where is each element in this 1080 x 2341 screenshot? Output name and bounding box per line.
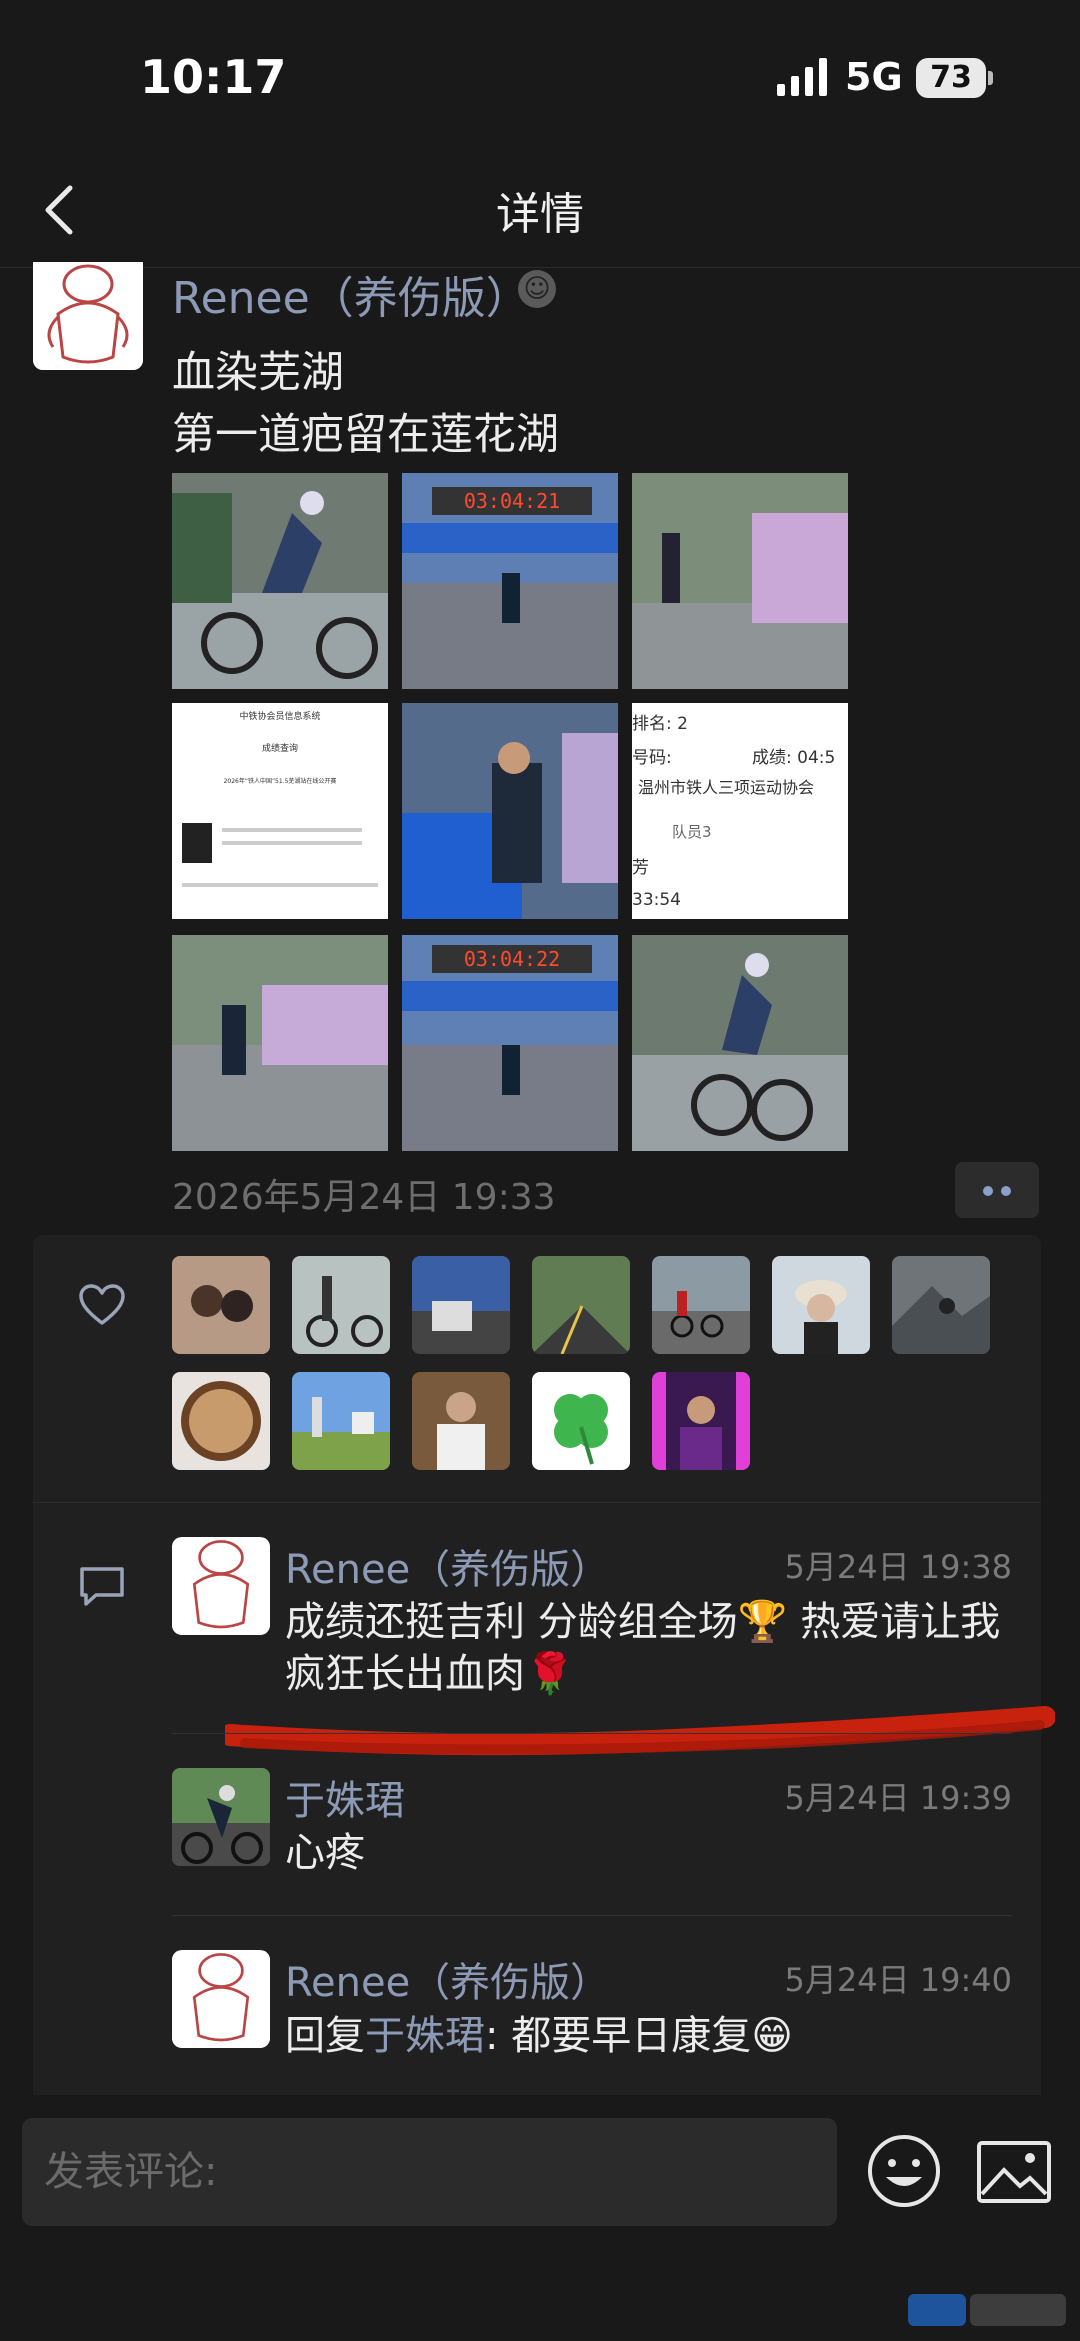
liker-avatar[interactable] <box>532 1372 630 1470</box>
status-time: 10:17 <box>140 50 287 104</box>
post-photo[interactable] <box>402 703 618 919</box>
comment-divider <box>172 1733 1012 1734</box>
post-text-line: 血染芜湖 <box>172 348 344 398</box>
battery-tip <box>988 71 993 85</box>
kitty-muscle-avatar <box>33 262 143 370</box>
status-emoji-icon: ☺ <box>518 270 556 308</box>
battery-level: 73 <box>930 60 972 95</box>
comment-time: 5月24日 19:39 <box>784 1779 1012 1817</box>
battery-icon: 73 <box>916 58 986 98</box>
reply-target-name[interactable]: 于姝珺 <box>365 2013 485 2059</box>
result-line: 队员3 <box>672 823 712 841</box>
comment-input[interactable] <box>22 2118 837 2226</box>
comment-text: 成绩还挺吉利 分龄组全场🏆 热爱请让我疯狂长出血肉🌹 <box>285 1599 1001 1697</box>
liker-avatar[interactable] <box>292 1372 390 1470</box>
liker-avatar[interactable] <box>652 1256 750 1354</box>
emoji-icon[interactable] <box>866 2133 942 2209</box>
kitty-muscle-avatar <box>172 1950 270 2048</box>
commenter-name[interactable]: Renee（养伤版） <box>285 1537 610 1595</box>
post-photo[interactable] <box>632 935 848 1151</box>
dot <box>1001 1186 1011 1196</box>
post-photo[interactable] <box>632 473 848 689</box>
post-photo[interactable]: 中铁协会员信息系统 成绩查询 2026年“铁人中国”51.5芜湖站在线公开赛 <box>172 703 388 919</box>
comment-icon <box>80 1567 124 1606</box>
doc-event: 2026年“铁人中国”51.5芜湖站在线公开赛 <box>224 777 337 785</box>
post-text-line: 第一道疤留在莲花湖 <box>172 410 559 460</box>
comment-text: 心疼 <box>285 1830 365 1876</box>
signal-icon <box>777 58 827 96</box>
post-photo[interactable] <box>172 935 388 1151</box>
dot <box>983 1186 993 1196</box>
reply-body: : 都要早日康复😁 <box>485 2013 793 2059</box>
liker-avatar[interactable] <box>292 1256 390 1354</box>
liker-avatar[interactable] <box>412 1256 510 1354</box>
commenter-avatar[interactable] <box>172 1950 270 2048</box>
liker-avatar[interactable] <box>652 1372 750 1470</box>
comment-time: 5月24日 19:40 <box>784 1961 1012 1999</box>
post-timestamp: 2026年5月24日 19:33 <box>172 1177 556 1218</box>
nav-divider <box>0 267 1080 268</box>
commenter-avatar[interactable] <box>172 1768 270 1866</box>
liker-avatar[interactable] <box>892 1256 990 1354</box>
watermark-logo <box>908 2294 1066 2326</box>
post-photo[interactable]: 03:04:22 <box>402 935 618 1151</box>
post-photo[interactable]: 03:04:21 <box>402 473 618 689</box>
comment-time: 5月24日 19:38 <box>784 1548 1012 1586</box>
liker-avatar[interactable] <box>532 1256 630 1354</box>
liker-avatar[interactable] <box>412 1372 510 1470</box>
commenter-name[interactable]: 于姝珺 <box>285 1768 405 1826</box>
result-line: 芳 <box>632 858 649 878</box>
commenter-name[interactable]: Renee（养伤版） <box>285 1950 610 2008</box>
commenter-avatar[interactable] <box>172 1537 270 1635</box>
doc-title: 成绩查询 <box>262 742 298 754</box>
more-options-button[interactable] <box>955 1162 1039 1218</box>
result-line: 成绩: 04:5 <box>752 748 835 768</box>
page-title: 详情 <box>496 189 584 240</box>
result-line: 排名: 2 <box>632 714 688 734</box>
heart-icon <box>79 1284 125 1325</box>
image-icon[interactable] <box>976 2140 1052 2204</box>
author-name[interactable]: Renee（养伤版） <box>172 262 530 326</box>
kitty-muscle-avatar <box>172 1537 270 1635</box>
result-line: 33:54 <box>632 890 681 910</box>
comment-text: 回复于姝珺: 都要早日康复😁 <box>285 2010 793 2062</box>
result-line: 号码: <box>632 748 672 768</box>
result-line: 温州市铁人三项运动协会 <box>638 778 814 797</box>
liker-avatar[interactable] <box>772 1256 870 1354</box>
reply-prefix: 回复 <box>285 2013 365 2059</box>
doc-header: 中铁协会员信息系统 <box>239 710 320 722</box>
liker-avatar[interactable] <box>172 1372 270 1470</box>
finish-clock-text: 03:04:21 <box>464 489 560 513</box>
red-scribble-annotation <box>225 1706 1055 1756</box>
panel-divider <box>33 1502 1041 1503</box>
post-photo[interactable]: 排名: 2 号码: 成绩: 04:5 温州市铁人三项运动协会 队员3 芳 33:… <box>632 703 848 919</box>
network-label: 5G <box>845 55 903 99</box>
liker-avatar[interactable] <box>172 1256 270 1354</box>
post-photo[interactable] <box>172 473 388 689</box>
finish-clock-text: 03:04:22 <box>464 947 560 971</box>
author-avatar[interactable] <box>33 262 143 370</box>
comment-divider <box>172 1915 1012 1916</box>
